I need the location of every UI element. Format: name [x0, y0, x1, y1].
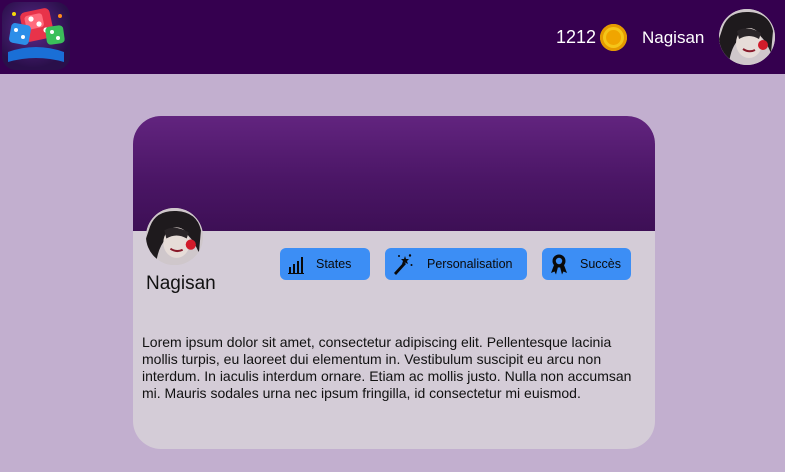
avatar-portrait-icon — [146, 208, 203, 265]
states-label: States — [316, 257, 352, 271]
states-button[interactable]: States — [280, 248, 370, 280]
magic-wand-icon — [391, 253, 413, 275]
profile-name: Nagisan — [146, 273, 216, 294]
profile-card: Nagisan States Personalisation Succès Lo… — [133, 116, 655, 449]
profile-banner — [133, 116, 655, 231]
douzhee-logo[interactable] — [2, 2, 70, 70]
personalisation-label: Personalisation — [427, 257, 513, 271]
coin-balance: 1212 — [556, 27, 597, 47]
dice-logo-icon — [8, 8, 65, 62]
profile-bio: Lorem ipsum dolor sit amet, consectetur … — [142, 334, 632, 401]
profile-avatar — [146, 208, 203, 265]
coin-icon — [600, 24, 627, 51]
user-avatar[interactable] — [719, 9, 775, 65]
succes-label: Succès — [580, 257, 621, 271]
bar-chart-icon — [286, 253, 308, 275]
avatar-portrait-icon — [719, 9, 775, 65]
award-ribbon-icon — [548, 253, 570, 275]
header-username[interactable]: Nagisan — [642, 27, 704, 49]
succes-button[interactable]: Succès — [542, 248, 631, 280]
top-navigation-bar: 1212 Nagisan — [0, 0, 785, 74]
personalisation-button[interactable]: Personalisation — [385, 248, 527, 280]
